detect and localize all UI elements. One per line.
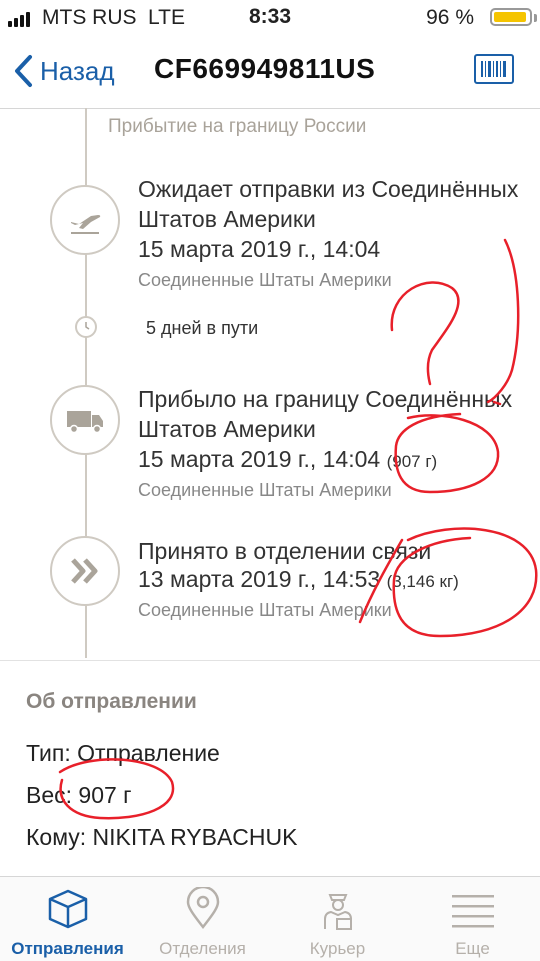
event-date-text: 15 марта 2019 г., 14:04 (138, 446, 381, 472)
event-date-text: 13 марта 2019 г., 14:53 (138, 566, 381, 592)
event-date: 15 марта 2019 г., 14:04 (138, 236, 380, 263)
event-place: Соединенные Штаты Америки (138, 600, 392, 620)
tab-courier[interactable]: Курьер (270, 877, 405, 961)
event-title: Ожидает отправки из Соединённых Штатов А… (138, 176, 519, 232)
back-label: Назад (40, 55, 115, 86)
location-pin-icon (186, 887, 220, 930)
tab-label: Отделения (159, 939, 246, 958)
tab-label: Отправления (11, 939, 124, 958)
page-title: CF669949811US (154, 53, 376, 84)
chevrons-right-icon (50, 536, 120, 606)
battery-tip (534, 14, 537, 22)
tab-bar: Отправления Отделения Курьер Еще (0, 876, 540, 961)
event-title: Прибыло на границу Соединённых Штатов Ам… (138, 386, 513, 442)
question-mark (486, 238, 520, 404)
event-date: 13 марта 2019 г., 14:53 (3,146 кг) (138, 566, 459, 593)
battery-icon (490, 8, 532, 26)
clock-icon (75, 316, 97, 338)
tab-more[interactable]: Еще (405, 877, 540, 961)
event-weight: (3,146 кг) (386, 572, 459, 591)
section-heading: Об отправлении (26, 690, 197, 713)
truck-icon (50, 385, 120, 455)
tab-offices[interactable]: Отделения (135, 877, 270, 961)
shipment-weight: Вес: 907 г (26, 782, 132, 808)
transit-duration: 5 дней в пути (146, 318, 259, 338)
event-place: Соединенные Штаты Америки (138, 480, 392, 500)
courier-icon (324, 894, 352, 930)
chevron-left-icon (15, 55, 32, 87)
shipment-recipient: Кому: NIKITA RYBACHUK (26, 824, 298, 850)
divider (0, 660, 540, 661)
tab-shipments[interactable]: Отправления (0, 877, 135, 961)
box-icon (48, 889, 88, 929)
barcode-icon[interactable] (474, 54, 514, 84)
shipment-type: Тип: Отправление (26, 740, 220, 766)
event-place: Соединенные Штаты Америки (138, 270, 392, 290)
event-title: Принято в отделении связи (138, 538, 432, 564)
event-date-text: 15 марта 2019 г., 14:04 (138, 236, 381, 262)
battery-percent: 96 % (426, 6, 474, 29)
tab-label: Курьер (309, 939, 366, 958)
event-date: 15 марта 2019 г., 14:04 (907 г) (138, 446, 437, 473)
airplane-departure-icon (50, 185, 120, 255)
tab-label: Еще (455, 939, 490, 958)
question-mark (390, 281, 460, 386)
event-weight: (907 г) (386, 452, 438, 471)
previous-status-label: Прибытие на границу России (108, 116, 367, 137)
menu-icon (452, 895, 494, 928)
nav-bar: Назад CF669949811US (0, 36, 540, 109)
back-button[interactable]: Назад (12, 54, 115, 88)
status-bar: MTS RUS LTE 8:33 96 % (0, 0, 540, 36)
